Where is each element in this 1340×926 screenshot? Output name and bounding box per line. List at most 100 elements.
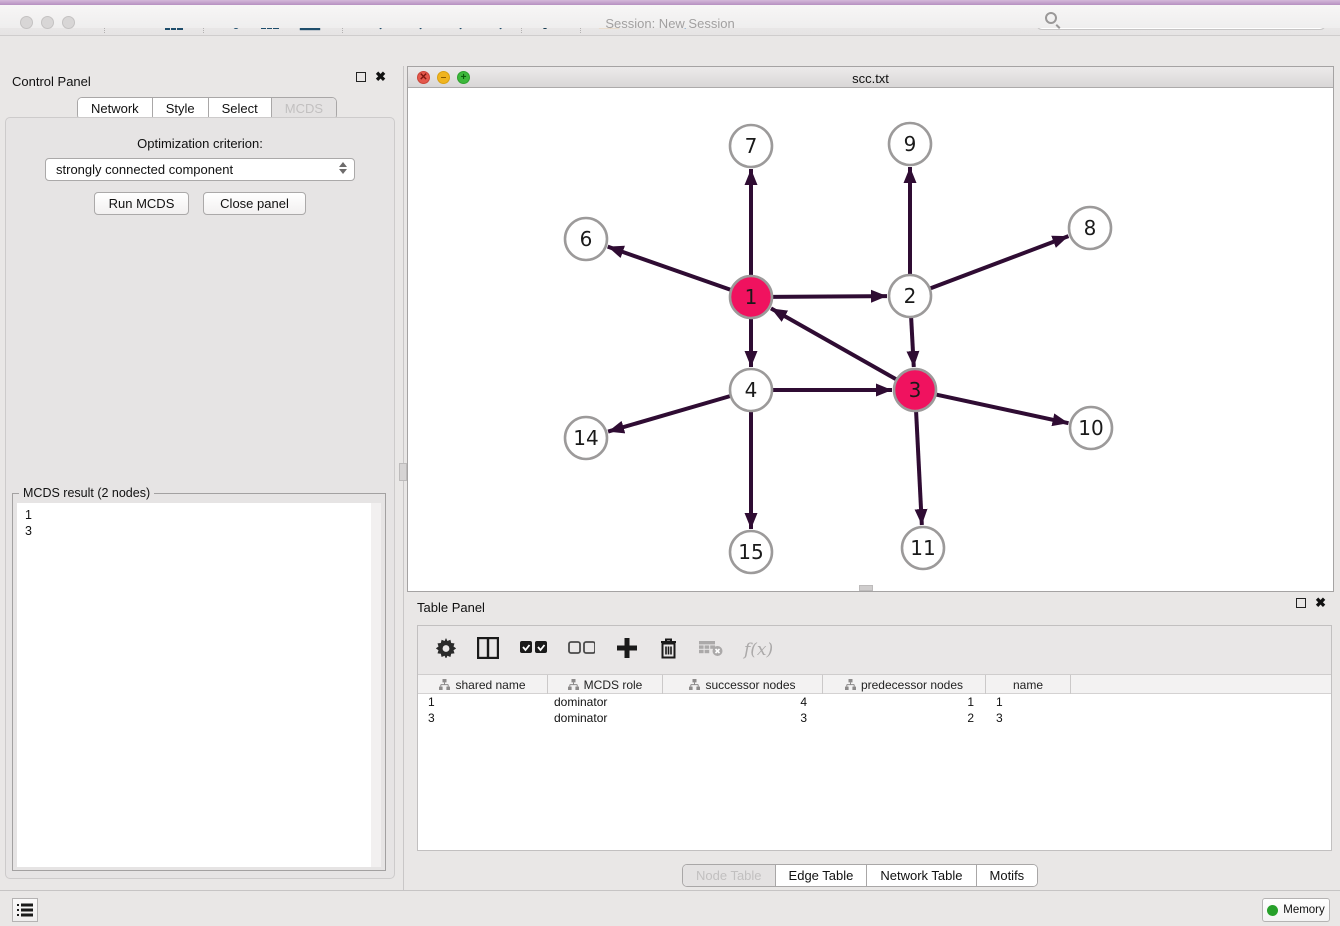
node-label: 4: [745, 378, 758, 402]
titlebar[interactable]: Session: New Session: [0, 5, 1340, 28]
node-label: 10: [1078, 416, 1103, 440]
table-panel-title: Table Panel: [417, 600, 485, 615]
network-window-titlebar[interactable]: ✕ – + scc.txt: [408, 67, 1333, 88]
tab-mcds[interactable]: MCDS: [272, 98, 336, 119]
float-table-panel-icon[interactable]: [1296, 598, 1306, 608]
toggle-column-icon[interactable]: [477, 637, 499, 664]
add-row-icon[interactable]: [616, 637, 638, 664]
result-scrollbar[interactable]: [371, 503, 381, 867]
node-label: 9: [904, 132, 917, 156]
node-label: 11: [910, 536, 935, 560]
table-row[interactable]: 3dominator323: [418, 710, 1331, 726]
optimization-criterion-label: Optimization criterion:: [0, 136, 400, 151]
close-table-panel-icon[interactable]: ✖: [1315, 598, 1326, 608]
node-6[interactable]: 6: [565, 218, 607, 260]
dropdown-value: strongly connected component: [56, 162, 233, 177]
edge-1-2[interactable]: [772, 296, 887, 297]
mcds-result-title: MCDS result (2 nodes): [19, 486, 154, 500]
column-header-successor-nodes[interactable]: successor nodes: [663, 675, 823, 694]
status-bar: Memory: [0, 890, 1340, 926]
tab-network[interactable]: Network: [78, 98, 153, 119]
node-3[interactable]: 3: [894, 369, 936, 411]
function-builder-icon[interactable]: f(x): [744, 640, 773, 660]
table-row[interactable]: 1dominator411: [418, 694, 1331, 710]
panel-divider-handle[interactable]: [399, 463, 407, 481]
table-cell[interactable]: 2: [823, 710, 986, 726]
node-8[interactable]: 8: [1069, 207, 1111, 249]
network-resize-handle[interactable]: [859, 585, 873, 591]
table-cell[interactable]: 3: [418, 710, 548, 726]
table-panel-window-buttons[interactable]: ✖: [1296, 598, 1326, 608]
node-table[interactable]: shared nameMCDS rolesuccessor nodesprede…: [418, 675, 1331, 726]
tab-style[interactable]: Style: [153, 98, 209, 119]
edge-2-8[interactable]: [930, 236, 1069, 288]
optimization-criterion-dropdown[interactable]: strongly connected component: [45, 158, 355, 181]
node-9[interactable]: 9: [889, 123, 931, 165]
table-cell[interactable]: 1: [418, 694, 548, 710]
edge-3-10[interactable]: [936, 394, 1069, 423]
float-panel-icon[interactable]: [356, 72, 366, 82]
tab-motifs[interactable]: Motifs: [977, 865, 1038, 886]
close-panel-icon[interactable]: ✖: [375, 72, 386, 82]
edge-3-1[interactable]: [771, 308, 897, 379]
control-panel-title: Control Panel: [12, 74, 91, 89]
column-header-shared-name[interactable]: shared name: [418, 675, 548, 694]
network-canvas[interactable]: 7 9 6 8 1 2 4 3 14 10 15 11: [408, 88, 1333, 591]
tab-edge-table[interactable]: Edge Table: [776, 865, 868, 886]
control-panel: Control Panel ✖ NetworkStyleSelectMCDS O…: [0, 66, 400, 890]
application-window: Session: New Session: [0, 0, 1340, 926]
network-window-title: scc.txt: [408, 71, 1333, 86]
table-cell[interactable]: dominator: [548, 694, 663, 710]
node-14[interactable]: 14: [565, 417, 607, 459]
close-panel-button[interactable]: Close panel: [203, 192, 306, 215]
table-panel-tabs[interactable]: Node TableEdge TableNetwork TableMotifs: [682, 864, 1038, 887]
table-cell[interactable]: 3: [663, 710, 823, 726]
memory-button[interactable]: Memory: [1262, 898, 1330, 922]
edge-1-6[interactable]: [608, 247, 731, 290]
table-cell[interactable]: 1: [986, 694, 1071, 710]
table-panel: Table Panel ✖: [407, 592, 1340, 890]
delete-row-icon[interactable]: [659, 637, 678, 664]
node-label: 7: [745, 134, 758, 158]
node-2[interactable]: 2: [889, 275, 931, 317]
node-15[interactable]: 15: [730, 531, 772, 573]
edge-4-14[interactable]: [608, 396, 731, 432]
node-label: 2: [904, 284, 917, 308]
node-10[interactable]: 10: [1070, 407, 1112, 449]
dropdown-stepper-icon: [339, 162, 347, 174]
delete-table-icon[interactable]: [699, 639, 723, 662]
node-label: 15: [738, 540, 763, 564]
node-4[interactable]: 4: [730, 369, 772, 411]
table-cell[interactable]: dominator: [548, 710, 663, 726]
node-7[interactable]: 7: [730, 125, 772, 167]
table-header-row[interactable]: shared nameMCDS rolesuccessor nodesprede…: [418, 675, 1331, 694]
tab-network-table[interactable]: Network Table: [867, 865, 976, 886]
select-all-icon[interactable]: [520, 641, 547, 659]
column-header-name[interactable]: name: [986, 675, 1071, 694]
table-body[interactable]: 1dominator4113dominator323: [418, 694, 1331, 726]
control-panel-window-buttons[interactable]: ✖: [356, 72, 386, 82]
edge-3-11[interactable]: [916, 411, 922, 525]
node-label: 3: [909, 378, 922, 402]
table-cell[interactable]: 3: [986, 710, 1071, 726]
mcds-result-textarea[interactable]: 1 3: [17, 503, 381, 867]
column-header-MCDS-role[interactable]: MCDS role: [548, 675, 663, 694]
run-mcds-button[interactable]: Run MCDS: [94, 192, 189, 215]
search-icon: [1045, 12, 1057, 24]
table-cell[interactable]: 1: [823, 694, 986, 710]
deselect-all-icon[interactable]: [568, 641, 595, 659]
tab-select[interactable]: Select: [209, 98, 272, 119]
network-view-window: ✕ – + scc.txt 7 9 6 8 1 2 4 3 14 10 15 11: [407, 66, 1334, 592]
graph-edges[interactable]: [608, 167, 1069, 529]
node-1[interactable]: 1: [730, 276, 772, 318]
edge-2-3[interactable]: [911, 317, 914, 367]
tab-node-table[interactable]: Node Table: [683, 865, 776, 886]
node-label: 1: [745, 285, 758, 309]
table-settings-icon[interactable]: [436, 638, 456, 663]
node-11[interactable]: 11: [902, 527, 944, 569]
task-history-button[interactable]: [12, 898, 38, 922]
node-table-container: f(x) shared nameMCDS rolesuccessor nodes…: [417, 625, 1332, 851]
node-label: 8: [1084, 216, 1097, 240]
table-cell[interactable]: 4: [663, 694, 823, 710]
column-header-predecessor-nodes[interactable]: predecessor nodes: [823, 675, 986, 694]
